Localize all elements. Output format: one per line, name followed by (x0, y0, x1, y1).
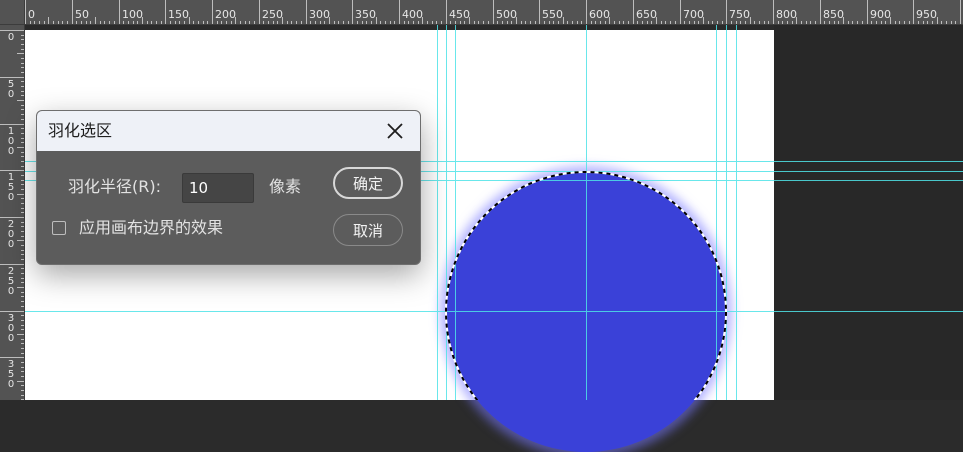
ruler-label: 350 (7, 359, 15, 390)
apply-canvas-bounds-label[interactable]: 应用画布边界的效果 (79, 218, 223, 238)
ruler-label: 550 (542, 8, 563, 21)
vertical-ruler[interactable]: 0 50 100 150 200 250 300 350 (0, 25, 25, 400)
ruler-label: 0 (28, 8, 35, 21)
unit-label: 像素 (269, 177, 302, 196)
ruler-label: 100 (122, 8, 143, 21)
ruler-label: 700 (683, 8, 704, 21)
close-icon (387, 123, 403, 139)
feathered-circle-layer (446, 172, 726, 452)
ruler-label: 200 (215, 8, 236, 21)
ruler-label: 600 (589, 8, 610, 21)
feather-selection-dialog: 羽化选区 羽化半径(R): 像素 应用画布边界的效果 确定 取消 (36, 110, 421, 265)
ruler-label: 50 (75, 8, 89, 21)
ruler-label: 50 (7, 79, 15, 100)
ruler-label: 900 (870, 8, 891, 21)
ruler-label: 350 (355, 8, 376, 21)
ruler-corner[interactable] (0, 0, 25, 25)
ruler-label: 450 (449, 8, 470, 21)
ok-button[interactable]: 确定 (333, 167, 403, 199)
ruler-label: 0 (7, 32, 15, 43)
horizontal-ruler-ticks (25, 0, 961, 24)
apply-canvas-bounds-checkbox[interactable] (52, 221, 66, 235)
horizontal-ruler[interactable]: 0 50 100 150 200 250 300 350 400 450 500 550 600 650 7… (0, 0, 963, 25)
ruler-label: 800 (776, 8, 797, 21)
pasteboard (774, 25, 963, 400)
ruler-label: 150 (168, 8, 189, 21)
ruler-label: 200 (7, 219, 15, 250)
ruler-label: 650 (636, 8, 657, 21)
ruler-label: 250 (7, 266, 15, 297)
ruler-label: 750 (729, 8, 750, 21)
cancel-button[interactable]: 取消 (333, 214, 403, 246)
dialog-title: 羽化选区 (48, 121, 113, 140)
ruler-label: 950 (916, 8, 937, 21)
ruler-label: 500 (496, 8, 517, 21)
ruler-label: 100 (7, 126, 15, 157)
ruler-label: 150 (7, 172, 15, 203)
ruler-label: 850 (823, 8, 844, 21)
close-button[interactable] (381, 117, 409, 145)
ruler-label: 400 (402, 8, 423, 21)
ruler-label: 250 (262, 8, 283, 21)
ruler-label: 300 (309, 8, 330, 21)
dialog-titlebar[interactable]: 羽化选区 (37, 111, 420, 151)
feather-radius-input[interactable] (182, 173, 254, 203)
feather-radius-label: 羽化半径(R): (68, 177, 161, 196)
ruler-label: 300 (7, 313, 15, 344)
